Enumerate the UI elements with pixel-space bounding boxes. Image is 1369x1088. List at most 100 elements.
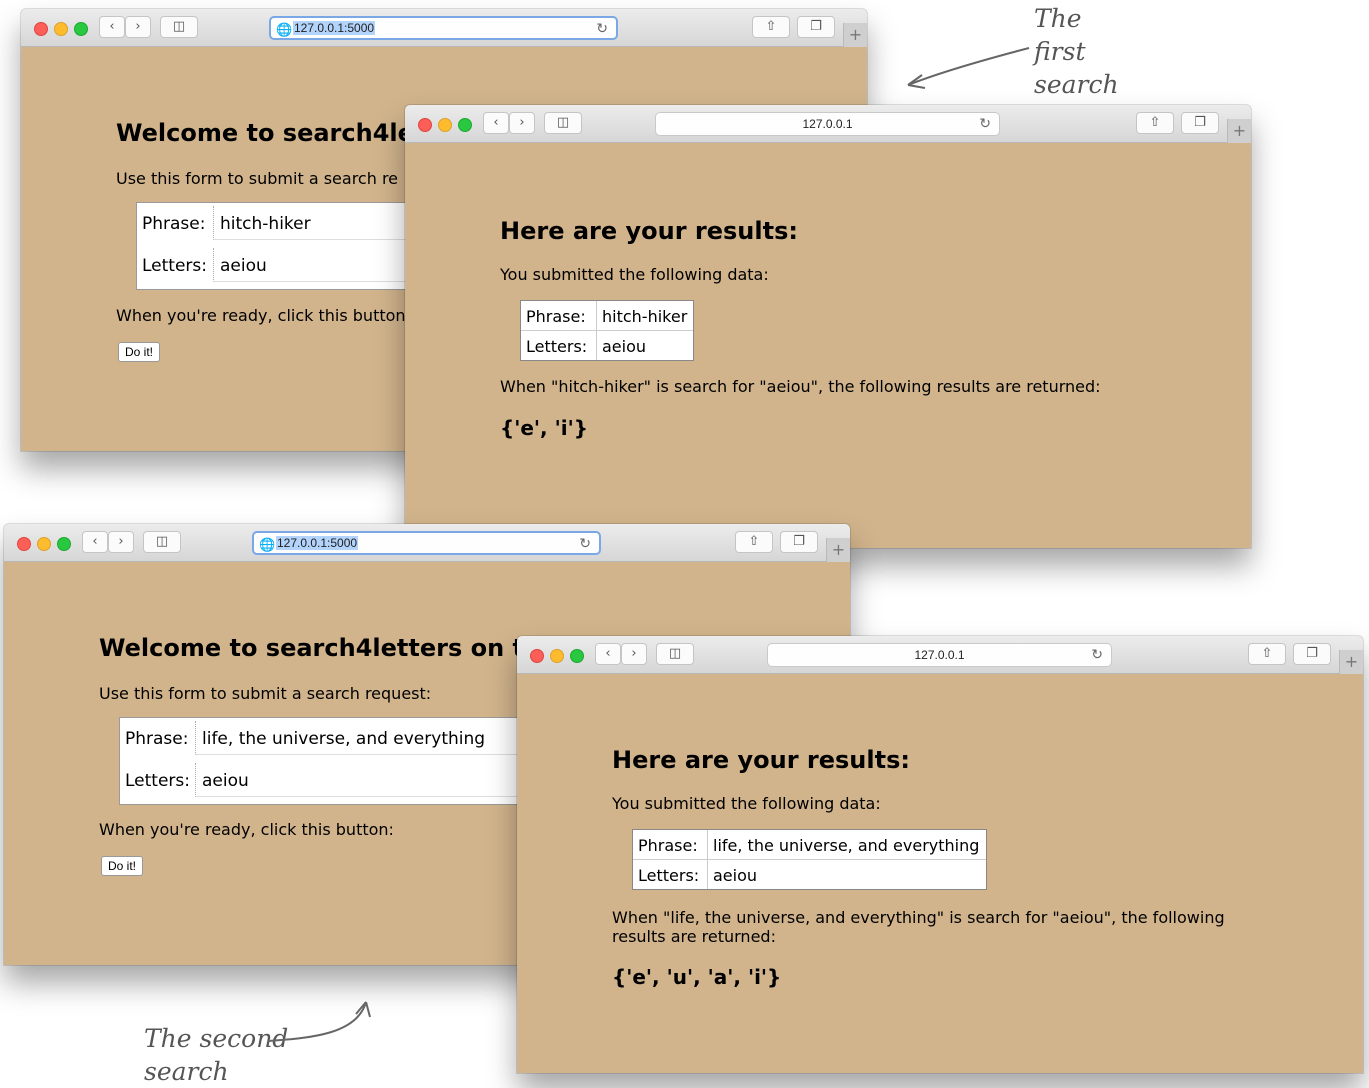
address-url: 127.0.0.1 xyxy=(802,117,853,131)
browser-toolbar: ‹ › ◫ 127.0.0.1 ↻ ⇧ ❐ + xyxy=(405,105,1251,143)
close-button[interactable] xyxy=(418,118,432,132)
minimize-button[interactable] xyxy=(438,118,452,132)
reload-icon[interactable]: ↻ xyxy=(1091,646,1103,663)
minimize-button[interactable] xyxy=(550,649,564,663)
sidebar-button[interactable]: ◫ xyxy=(544,112,582,134)
results-intro: You submitted the following data: xyxy=(612,794,881,813)
forward-button[interactable]: › xyxy=(125,16,151,38)
share-button[interactable]: ⇧ xyxy=(1136,112,1174,134)
tabs-button[interactable]: ❐ xyxy=(1181,112,1219,134)
results-value: {'e', 'i'} xyxy=(500,416,588,440)
new-tab-button[interactable]: + xyxy=(1227,119,1251,143)
address-bar[interactable]: 🌐 127.0.0.1:5000 ↻ xyxy=(269,16,618,40)
zoom-button[interactable] xyxy=(458,118,472,132)
page-title: Here are your results: xyxy=(500,217,798,245)
address-bar[interactable]: 127.0.0.1 ↻ xyxy=(655,112,1000,136)
results-value: {'e', 'u', 'a', 'i'} xyxy=(612,965,782,989)
page-content: Here are your results: You submitted the… xyxy=(517,674,1363,1073)
address-url: 127.0.0.1 xyxy=(914,648,965,662)
phrase-input[interactable]: life, the universe, and everything xyxy=(195,721,540,755)
annotation-line: search xyxy=(144,1057,229,1086)
zoom-button[interactable] xyxy=(74,22,88,36)
first-search-arrow-icon xyxy=(907,47,1030,89)
results-summary: When "hitch-hiker" is search for "aeiou"… xyxy=(500,377,1101,396)
second-search-arrow-icon xyxy=(267,1001,371,1042)
phrase-row: Phrase: hitch-hiker xyxy=(521,301,693,330)
address-bar[interactable]: 127.0.0.1 ↻ xyxy=(767,643,1112,667)
new-tab-button[interactable]: + xyxy=(843,23,867,47)
letters-label: Letters: xyxy=(125,771,190,791)
results-intro: You submitted the following data: xyxy=(500,265,769,284)
browser-toolbar: ‹ › ◫ 127.0.0.1 ↻ ⇧ ❐ + xyxy=(517,636,1363,674)
reload-icon[interactable]: ↻ xyxy=(579,535,591,552)
letters-row: Letters: aeiou xyxy=(120,760,540,802)
letters-row: Letters: aeiou xyxy=(633,859,986,889)
page-title: Welcome to search4le xyxy=(116,119,414,147)
forward-button[interactable]: › xyxy=(621,643,647,665)
close-button[interactable] xyxy=(530,649,544,663)
tabs-button[interactable]: ❐ xyxy=(780,531,818,553)
zoom-button[interactable] xyxy=(570,649,584,663)
results-summary-line-1: When "life, the universe, and everything… xyxy=(612,908,1225,927)
back-button[interactable]: ‹ xyxy=(99,16,125,38)
letters-label: Letters: xyxy=(526,337,588,356)
zoom-button[interactable] xyxy=(57,537,71,551)
close-button[interactable] xyxy=(34,22,48,36)
annotation-line: The xyxy=(1034,4,1082,33)
reload-icon[interactable]: ↻ xyxy=(979,115,991,132)
phrase-value: life, the universe, and everything xyxy=(707,830,986,859)
address-url: 127.0.0.1:5000 xyxy=(276,536,359,550)
phrase-label: Phrase: xyxy=(526,307,586,326)
letters-value: aeiou xyxy=(596,331,693,360)
annotation-line: first xyxy=(1034,37,1086,66)
first-search-annotation: The first search xyxy=(1034,2,1119,101)
letters-input[interactable]: aeiou xyxy=(195,763,540,797)
annotation-line: search xyxy=(1034,70,1119,99)
share-button[interactable]: ⇧ xyxy=(752,16,790,38)
search-form-table: Phrase: life, the universe, and everythi… xyxy=(119,717,541,805)
new-tab-button[interactable]: + xyxy=(826,538,850,562)
do-it-button[interactable]: Do it! xyxy=(101,856,144,876)
tabs-button[interactable]: ❐ xyxy=(1293,643,1331,665)
forward-button[interactable]: › xyxy=(108,531,134,553)
letters-label: Letters: xyxy=(638,866,700,885)
phrase-label: Phrase: xyxy=(638,836,698,855)
form-intro: Use this form to submit a search re xyxy=(116,169,399,188)
address-bar[interactable]: 🌐 127.0.0.1:5000 ↻ xyxy=(252,531,601,555)
page-title: Here are your results: xyxy=(612,746,910,774)
minimize-button[interactable] xyxy=(37,537,51,551)
browser-window-results-1: ‹ › ◫ 127.0.0.1 ↻ ⇧ ❐ + Here are your re… xyxy=(405,105,1251,548)
letters-value: aeiou xyxy=(707,860,986,889)
submitted-data-table: Phrase: life, the universe, and everythi… xyxy=(632,829,987,890)
ready-text: When you're ready, click this button xyxy=(116,306,406,325)
browser-toolbar: ‹ › ◫ 🌐 127.0.0.1:5000 ↻ ⇧ ❐ + xyxy=(21,9,867,47)
tabs-button[interactable]: ❐ xyxy=(797,16,835,38)
back-button[interactable]: ‹ xyxy=(595,643,621,665)
forward-button[interactable]: › xyxy=(509,112,535,134)
globe-icon: 🌐 xyxy=(259,537,276,552)
back-button[interactable]: ‹ xyxy=(82,531,108,553)
minimize-button[interactable] xyxy=(54,22,68,36)
letters-row: Letters: aeiou xyxy=(521,330,693,360)
sidebar-button[interactable]: ◫ xyxy=(656,643,694,665)
phrase-row: Phrase: life, the universe, and everythi… xyxy=(120,718,540,760)
letters-label: Letters: xyxy=(142,256,207,276)
results-summary-line-2: results are returned: xyxy=(612,927,776,946)
close-button[interactable] xyxy=(17,537,31,551)
share-button[interactable]: ⇧ xyxy=(735,531,773,553)
phrase-label: Phrase: xyxy=(142,214,206,234)
do-it-button[interactable]: Do it! xyxy=(118,342,161,362)
share-button[interactable]: ⇧ xyxy=(1248,643,1286,665)
phrase-label: Phrase: xyxy=(125,729,189,749)
submitted-data-table: Phrase: hitch-hiker Letters: aeiou xyxy=(520,300,694,361)
browser-toolbar: ‹ › ◫ 🌐 127.0.0.1:5000 ↻ ⇧ ❐ + xyxy=(4,524,850,562)
address-url: 127.0.0.1:5000 xyxy=(293,21,376,35)
back-button[interactable]: ‹ xyxy=(483,112,509,134)
reload-icon[interactable]: ↻ xyxy=(596,20,608,37)
sidebar-button[interactable]: ◫ xyxy=(143,531,181,553)
page-title: Welcome to search4letters on t xyxy=(99,634,525,662)
new-tab-button[interactable]: + xyxy=(1339,650,1363,674)
sidebar-button[interactable]: ◫ xyxy=(160,16,198,38)
page-content: Here are your results: You submitted the… xyxy=(405,143,1251,548)
browser-window-results-2: ‹ › ◫ 127.0.0.1 ↻ ⇧ ❐ + Here are your re… xyxy=(517,636,1363,1073)
